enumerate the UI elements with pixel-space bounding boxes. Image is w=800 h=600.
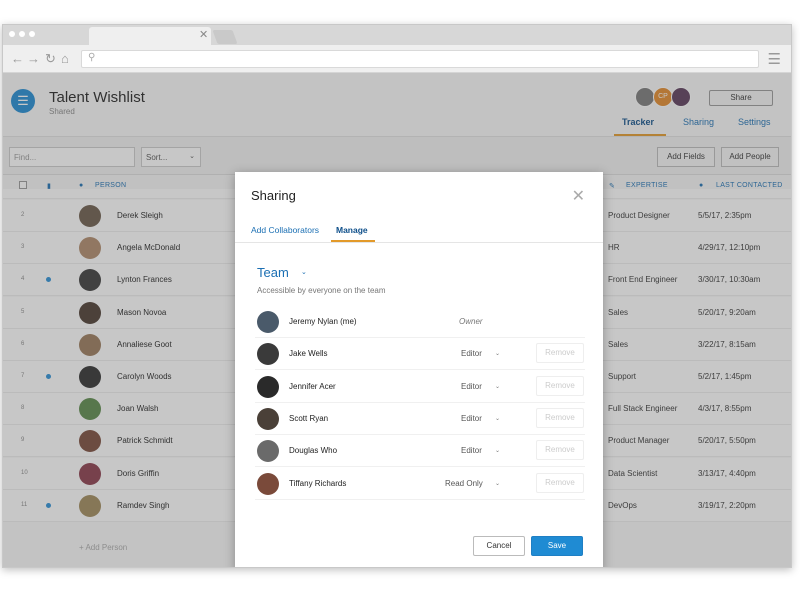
chevron-down-icon[interactable]: ⌄ [495,447,500,454]
member-name: Douglas Who [289,446,338,456]
chevron-down-icon[interactable]: ⌄ [495,480,500,487]
member-name: Jeremy Nylan (me) [289,317,357,326]
chevron-down-icon[interactable]: ⌄ [495,383,500,390]
remove-button[interactable]: Remove [536,472,584,493]
app-area: ☰ Talent Wishlist Shared CP Share Tracke… [3,73,791,567]
divider [235,242,603,243]
chevron-down-icon[interactable]: ⌄ [495,415,500,422]
reload-icon[interactable]: ↻ [45,51,56,67]
remove-button[interactable]: Remove [536,343,584,364]
avatar [257,440,279,463]
close-icon[interactable]: ✕ [572,186,585,206]
remove-button[interactable]: Remove [536,440,584,461]
browser-navbar: ← → ↻ ⌂ ⚲ ☰ [3,45,791,73]
role-select[interactable]: Editor [461,349,482,358]
new-tab-button[interactable] [212,30,238,44]
forward-icon[interactable]: → [27,51,40,66]
window-dot-icon[interactable] [29,31,35,37]
role-select[interactable]: Read Only [445,479,483,488]
tab-manage[interactable]: Manage [336,225,368,235]
team-description: Accessible by everyone on the team [257,286,386,295]
team-select[interactable]: Team [257,265,289,280]
member-role: Owner [459,317,483,326]
close-tab-icon[interactable]: ✕ [199,28,208,41]
member-row: Jennifer Acer Editor ⌄ Remove [255,371,585,403]
window-dot-icon[interactable] [9,31,15,37]
avatar [257,375,279,398]
member-row: Douglas Who Editor ⌄ Remove [255,435,585,468]
member-row: Jake Wells Editor ⌄ Remove [255,338,585,371]
role-select[interactable]: Editor [461,414,482,423]
browser-tab[interactable] [89,27,211,45]
cancel-button[interactable]: Cancel [473,536,525,556]
chevron-down-icon[interactable]: ⌄ [495,350,500,357]
avatar [257,311,279,333]
home-icon[interactable]: ⌂ [61,51,69,66]
member-name: Scott Ryan [289,413,329,423]
member-row: Jeremy Nylan (me) Owner [255,306,585,338]
dialog-title: Sharing [251,188,296,203]
member-name: Tiffany Richards [289,478,347,488]
browser-window: ✕ ← → ↻ ⌂ ⚲ ☰ ☰ Talent Wishlist Shared C… [2,24,792,568]
back-icon[interactable]: ← [11,51,24,66]
member-name: Jennifer Acer [289,381,336,391]
search-icon: ⚲ [88,52,96,63]
member-row: Scott Ryan Editor ⌄ Remove [255,403,585,435]
remove-button[interactable]: Remove [536,407,584,428]
chevron-down-icon[interactable]: ⌄ [301,268,307,276]
remove-button[interactable]: Remove [536,375,584,396]
role-select[interactable]: Editor [461,446,482,455]
sharing-dialog: Sharing ✕ Add Collaborators Manage Team … [235,172,603,567]
avatar [257,343,279,366]
tab-add-collaborators[interactable]: Add Collaborators [251,225,319,235]
window-dot-icon[interactable] [19,31,25,37]
save-button[interactable]: Save [531,536,583,556]
member-row: Tiffany Richards Read Only ⌄ Remove [255,468,585,500]
member-name: Jake Wells [289,349,328,359]
address-bar[interactable]: ⚲ [81,50,759,68]
role-select[interactable]: Editor [461,382,482,391]
browser-menu-icon[interactable]: ☰ [768,50,781,68]
avatar [257,472,279,495]
browser-tab-strip: ✕ [3,25,791,45]
avatar [257,407,279,430]
